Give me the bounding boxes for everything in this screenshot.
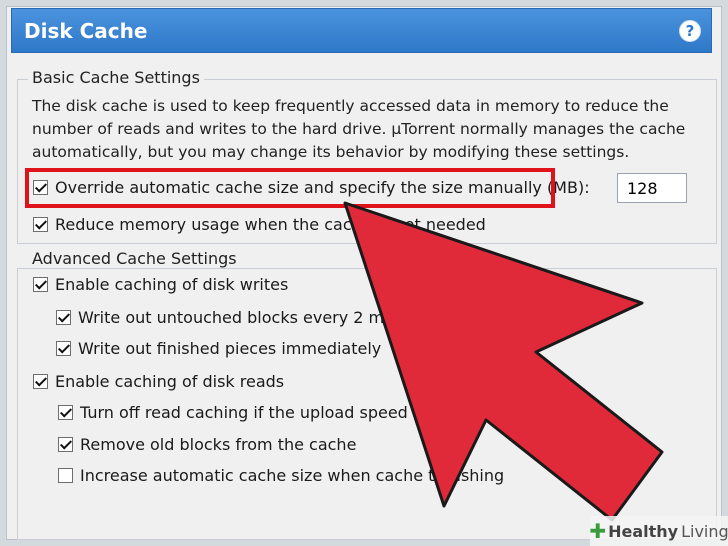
healthy-living-watermark: ✚ Healthy Living [589,516,728,546]
plus-icon: ✚ [589,519,607,543]
watermark-suffix: Living [681,521,728,541]
pointer-arrow-icon [343,201,664,522]
watermark-brand: Healthy [608,521,679,541]
